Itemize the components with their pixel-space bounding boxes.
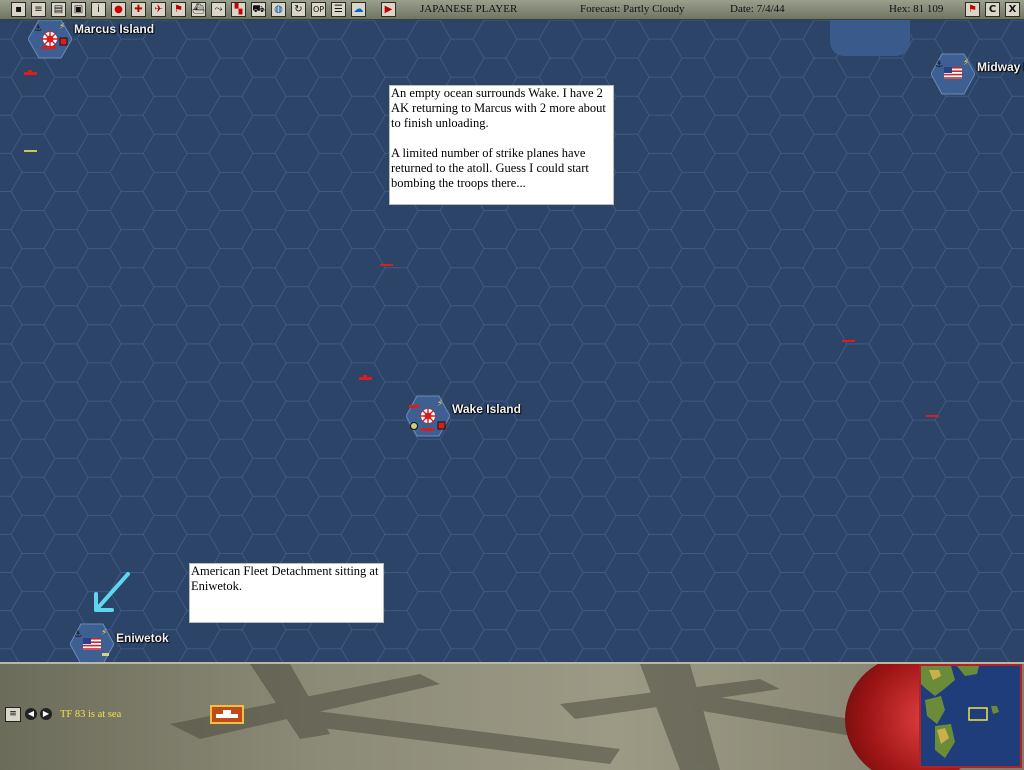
- world-minimap[interactable]: [919, 664, 1022, 768]
- bottom-info-panel: ≡ ◀ ▶ TF 83 is at sea: [0, 662, 1024, 770]
- player-label: JAPANESE PLAYER: [420, 3, 518, 15]
- tf-list-icon[interactable]: ≡: [5, 707, 21, 722]
- task-force-icon[interactable]: [23, 148, 39, 154]
- svg-text:⚡: ⚡: [963, 58, 969, 68]
- base-label-eniwetok: Eniwetok: [116, 631, 169, 645]
- svg-text:⚓: ⚓: [74, 630, 82, 640]
- ship-icon[interactable]: ⛴: [191, 2, 206, 17]
- japan-flag-icon[interactable]: ●: [111, 2, 126, 17]
- base-label-marcus-island: Marcus Island: [74, 22, 155, 36]
- next-arrow-icon[interactable]: ▶: [40, 708, 52, 720]
- report-icon[interactable]: ≡: [31, 2, 46, 17]
- note-wake-paragraph-2: A limited number of strike planes have r…: [391, 146, 589, 190]
- base-label-wake-island: Wake Island: [452, 402, 521, 416]
- color-grid-icon[interactable]: ▚: [231, 2, 246, 17]
- note-eniwetok-text: American Fleet Detachment sitting at Eni…: [191, 564, 379, 593]
- task-force-icon[interactable]: [379, 262, 395, 268]
- task-force-icon[interactable]: [841, 338, 857, 344]
- previous-arrow-icon[interactable]: ◀: [25, 708, 37, 720]
- svg-text:⚡: ⚡: [59, 22, 65, 32]
- close-button[interactable]: X: [1005, 2, 1020, 17]
- weather-icon[interactable]: ☁: [351, 2, 366, 17]
- save-icon[interactable]: ▪: [11, 2, 26, 17]
- c-button[interactable]: C: [985, 2, 1000, 17]
- hex-map[interactable]: ⚓ ⚡ Marcus Island ⚓ ⚡ Midway I ⚡ Wake Is…: [0, 20, 1024, 662]
- task-force-ship-icon[interactable]: [210, 705, 244, 724]
- ground-units-icon[interactable]: ✚: [131, 2, 146, 17]
- forecast-label: Forecast: Partly Cloudy: [580, 3, 685, 15]
- svg-text:⚓: ⚓: [34, 24, 42, 34]
- base-label-midway: Midway I: [977, 60, 1024, 74]
- task-force-icon[interactable]: [23, 70, 39, 76]
- task-force-status-text: TF 83 is at sea: [60, 709, 122, 720]
- aircraft-icon[interactable]: ✈: [151, 2, 166, 17]
- task-force-icon[interactable]: [925, 413, 941, 419]
- svg-text:⚡: ⚡: [101, 628, 107, 638]
- base-list-icon[interactable]: ▤: [51, 2, 66, 17]
- info-icon[interactable]: i: [91, 2, 106, 17]
- note-eniwetok-commentary: American Fleet Detachment sitting at Eni…: [189, 563, 384, 623]
- op-button[interactable]: OP: [311, 2, 326, 17]
- flag-toggle-icon[interactable]: ⚑: [965, 2, 980, 17]
- top-toolbar: ▪ ≡ ▤ ▣ i ● ✚ ✈ ⚑ ⛴ ⤳ ▚ ⛟ ◍ ↻ OP ☰ ☁ ▶ J…: [0, 0, 1024, 20]
- flag-marker-icon[interactable]: ⚑: [171, 2, 186, 17]
- ship-list-icon[interactable]: ▣: [71, 2, 86, 17]
- task-force-icon[interactable]: [358, 375, 374, 381]
- svg-text:⚡: ⚡: [437, 399, 443, 409]
- cloud-cover: [830, 20, 910, 56]
- note-wake-paragraph-1: An empty ocean surrounds Wake. I have 2 …: [391, 86, 606, 130]
- svg-text:⚓: ⚓: [935, 60, 943, 70]
- hex-coordinate-label: Hex: 81 109: [889, 3, 944, 15]
- menu-icon[interactable]: ☰: [331, 2, 346, 17]
- note-wake-commentary: An empty ocean surrounds Wake. I have 2 …: [389, 85, 614, 205]
- date-label: Date: 7/4/44: [730, 3, 785, 15]
- end-turn-play-icon[interactable]: ▶: [381, 2, 396, 17]
- route-icon[interactable]: ⤳: [211, 2, 226, 17]
- convoy-icon[interactable]: ⛟: [251, 2, 266, 17]
- globe-icon[interactable]: ◍: [271, 2, 286, 17]
- refresh-icon[interactable]: ↻: [291, 2, 306, 17]
